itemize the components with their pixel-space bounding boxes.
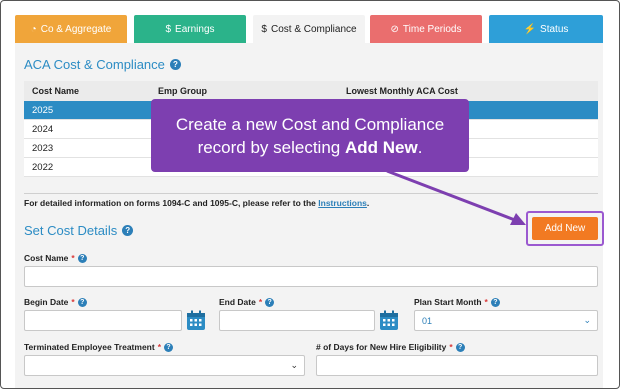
callout-arrow — [386, 169, 526, 225]
callout-bold-text: Add New — [344, 138, 418, 157]
callout-text: record by selecting — [197, 138, 345, 157]
app-frame: ◔ Co & Aggregate $ Earnings $ Cost & Com… — [0, 0, 620, 389]
tutorial-callout: Create a new Cost and Compliance record … — [151, 99, 469, 172]
callout-text-end: . — [417, 138, 423, 157]
callout-line1: Create a new Cost and Compliance — [175, 115, 445, 134]
callout-line2: record by selecting Add New. — [151, 136, 469, 159]
